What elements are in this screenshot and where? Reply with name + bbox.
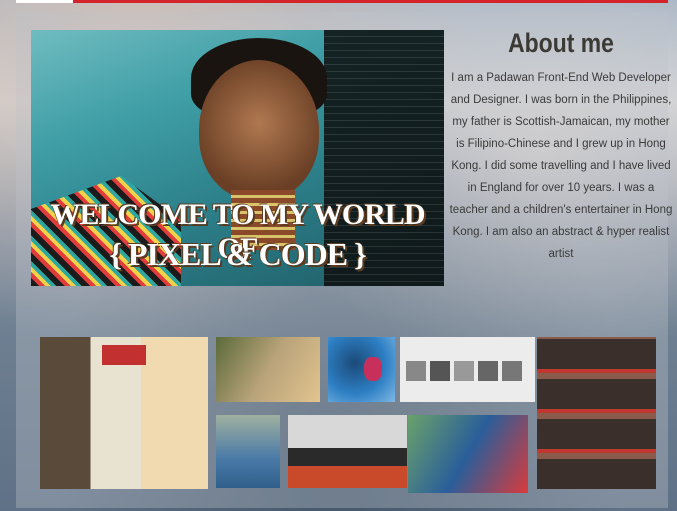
gallery-item-group[interactable] [288, 415, 407, 488]
portfolio-thumb [454, 361, 474, 381]
about-text: I am a Padawan Front-End Web Developer a… [449, 72, 673, 260]
portfolio-thumb [502, 361, 522, 381]
portfolio-thumb [478, 361, 498, 381]
gallery-item-classroom[interactable] [40, 337, 208, 489]
hero-title-line2: { PIXEL & CODE } [109, 236, 366, 272]
top-accent-strip-left [16, 0, 73, 3]
gallery-item-face-paint[interactable] [328, 337, 395, 402]
portfolio-thumb [430, 361, 450, 381]
lips-detail [364, 357, 382, 381]
classroom-sign [102, 345, 146, 365]
gallery-item-portfolio[interactable] [400, 337, 535, 402]
gallery-item-child-in-blue[interactable] [216, 415, 280, 488]
gallery-item-clown[interactable] [408, 415, 528, 493]
portfolio-thumb [406, 361, 426, 381]
gallery-item-kids-crafting[interactable] [216, 337, 320, 402]
gallery-item-face-paint-collage[interactable] [537, 337, 656, 489]
hero-banner: WELCOME TO MY WORLD OF { PIXEL & CODE } [31, 30, 444, 286]
top-accent-strip [16, 0, 668, 3]
about-title: About me [508, 28, 614, 58]
portrait-face [199, 60, 319, 200]
